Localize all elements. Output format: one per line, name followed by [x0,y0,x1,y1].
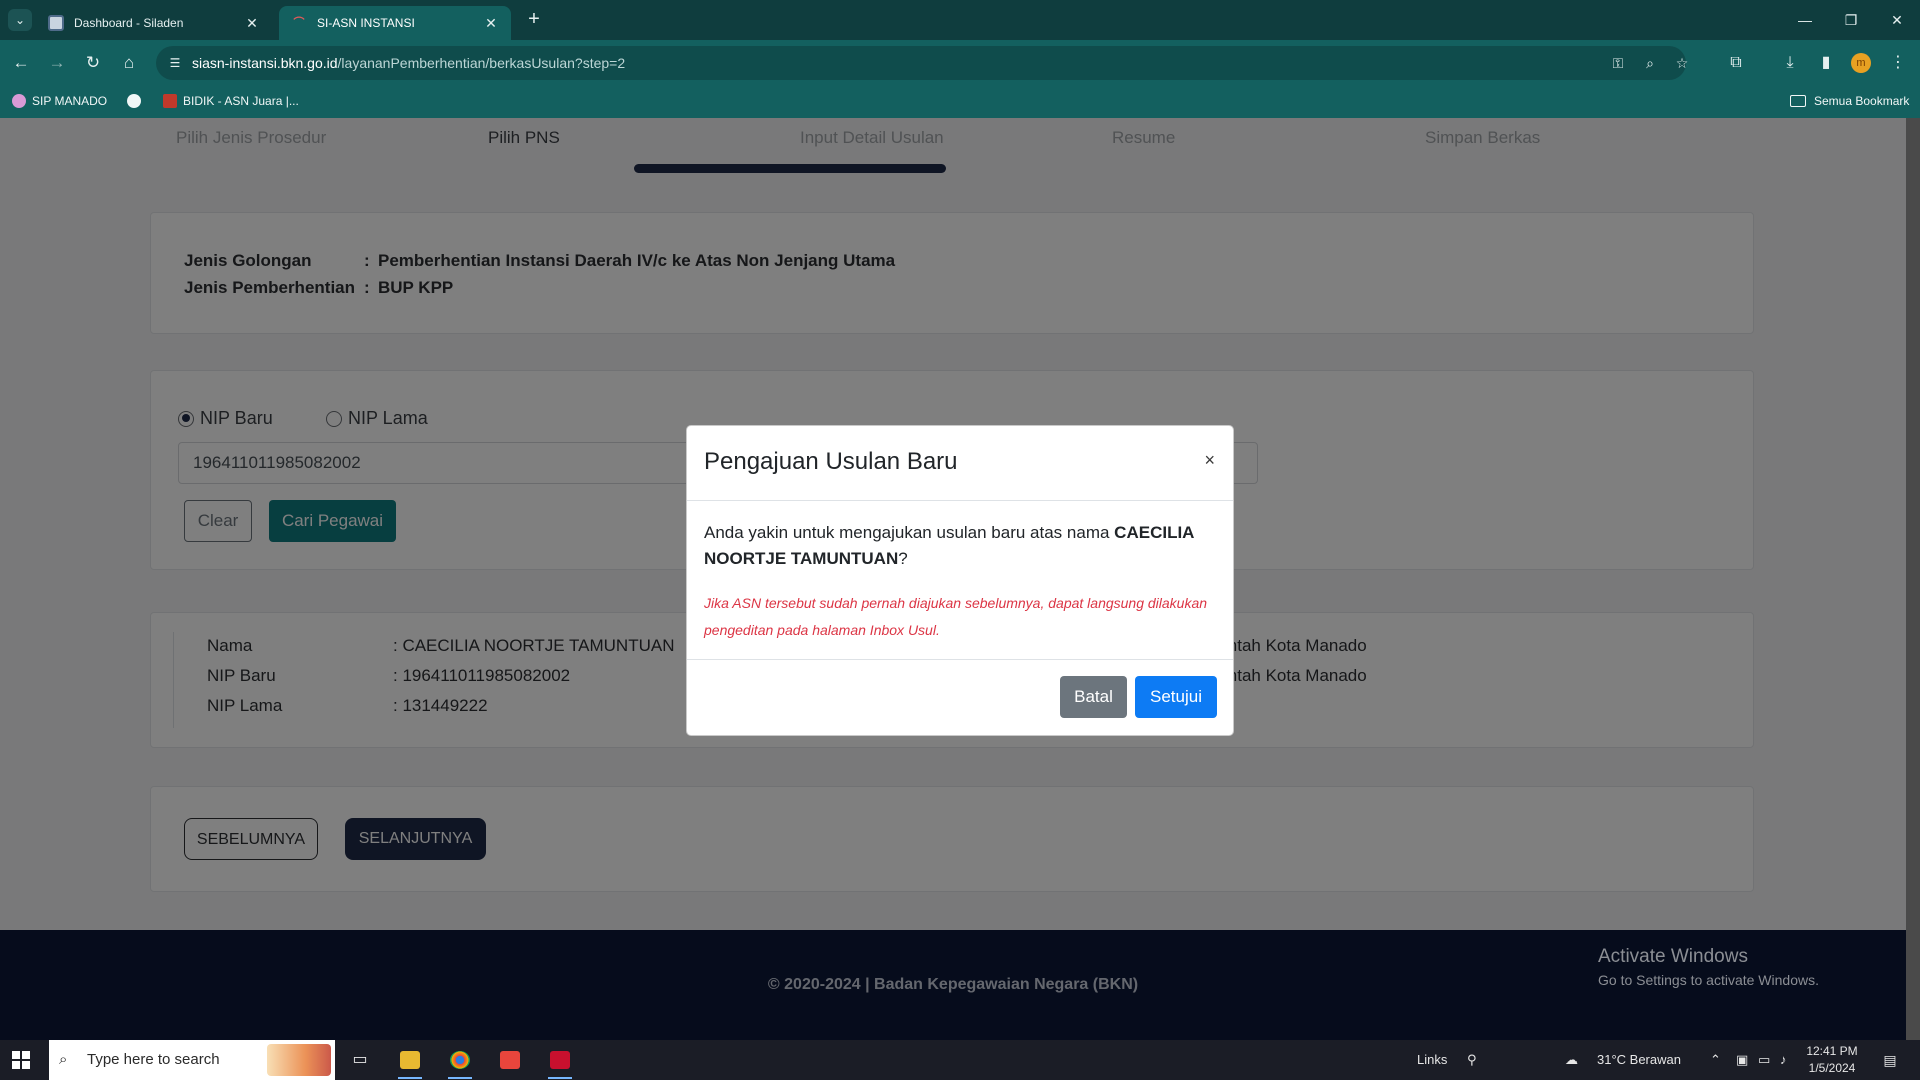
search-highlight-image [267,1044,331,1076]
back-arrow-icon[interactable]: ← [9,51,33,75]
modal-question: Anda yakin untuk mengajukan usulan baru … [704,523,1194,568]
profile-avatar[interactable]: m [1851,53,1871,73]
sip-manado-favicon-icon [12,94,26,108]
task-view-icon[interactable]: ▭ [340,1044,380,1076]
bkn-favicon-icon: ⌒ [293,17,305,29]
meet-now-icon[interactable]: ▣ [1736,1040,1748,1080]
new-tab-plus-icon[interactable]: + [521,8,547,32]
download-icon[interactable]: ⤓ [1778,51,1802,75]
anydesk-icon[interactable] [490,1044,530,1076]
clock-date: 1/5/2024 [1808,1061,1856,1075]
tab-title: Dashboard - Siladen [74,16,184,30]
activate-windows-watermark: Activate Windows Go to Settings to activ… [1598,946,1819,988]
volume-icon[interactable]: ♪ [1780,1040,1787,1080]
all-bookmarks-label: Semua Bookmark [1814,94,1910,108]
menu-kebab-icon[interactable]: ⋮ [1886,51,1910,75]
bookmark-globe[interactable] [127,94,147,108]
bookmark-label: SIP MANADO [32,94,108,108]
address-toolbar: ← → ↻ ⌂ ☰ siasn-instansi.bkn.go.id/layan… [0,40,1920,86]
url-text[interactable]: siasn-instansi.bkn.go.id/layananPemberhe… [192,55,625,71]
taskbar-search-box[interactable]: ⌕ Type here to search [49,1040,335,1080]
pdf-app-icon[interactable] [540,1044,580,1079]
links-toolbar[interactable]: Links [1417,1040,1447,1080]
side-panel-icon[interactable]: ▮ [1814,51,1838,75]
all-bookmarks[interactable]: Semua Bookmark [1790,94,1909,108]
network-icon[interactable]: ▭ [1758,1040,1770,1080]
chrome-icon[interactable] [440,1044,480,1079]
tab-dashboard-siladen[interactable]: Dashboard - Siladen ✕ [36,6,272,40]
notification-center-icon[interactable]: ▤ [1880,1050,1900,1070]
tab-si-asn-instansi[interactable]: ⌒ SI-ASN INSTANSI ✕ [279,6,511,40]
extensions-puzzle-icon[interactable]: ⧉ [1724,51,1748,75]
tab-title: SI-ASN INSTANSI [317,16,415,30]
bookmark-bidik[interactable]: BIDIK - ASN Juara |... [163,94,299,108]
modal-title: Pengajuan Usulan Baru [704,448,958,475]
close-window-icon[interactable]: ✕ [1874,0,1920,40]
people-icon[interactable]: ⚲ [1467,1040,1477,1080]
minimize-icon[interactable]: — [1782,0,1828,40]
modal-divider [687,659,1233,660]
forward-arrow-icon[interactable]: → [45,51,69,75]
windows-taskbar: ⌕ Type here to search ▭ Links ⚲ ☁ 31°C B… [0,1040,1920,1080]
windows-start-icon[interactable] [12,1051,30,1069]
password-key-icon[interactable]: ⚿ [1608,53,1628,73]
home-icon[interactable]: ⌂ [117,51,141,75]
bookmarks-bar: SIP MANADO BIDIK - ASN Juara |... Semua … [0,86,1920,118]
modal-divider [687,500,1233,501]
omnibox[interactable]: ☰ siasn-instansi.bkn.go.id/layananPember… [156,46,1688,80]
tab-search-chevron-icon[interactable]: ⌄ [8,9,32,31]
zoom-icon[interactable]: ⌕ [1640,53,1660,73]
weather-text[interactable]: 31°C Berawan [1597,1040,1681,1080]
bookmark-star-icon[interactable]: ☆ [1672,53,1692,73]
tray-chevron-up-icon[interactable]: ⌃ [1710,1040,1721,1080]
watermark-subtitle: Go to Settings to activate Windows. [1598,972,1819,988]
bookmark-label: BIDIK - ASN Juara |... [183,94,299,108]
window-controls: — ❐ ✕ [1782,0,1920,40]
bookmark-sip-manado[interactable]: SIP MANADO [12,94,107,108]
bidik-favicon-icon [163,94,177,108]
folder-icon [1790,95,1806,107]
close-tab-icon[interactable]: ✕ [244,15,260,32]
clock-time: 12:41 PM [1806,1044,1858,1058]
close-icon[interactable]: × [1204,450,1215,471]
browser-tab-strip: ⌄ Dashboard - Siladen ✕ ⌒ SI-ASN INSTANS… [0,0,1920,40]
weather-cloud-icon[interactable]: ☁ [1565,1040,1578,1080]
site-info-icon[interactable]: ☰ [166,54,184,72]
restore-icon[interactable]: ❐ [1828,0,1874,40]
setujui-button[interactable]: Setujui [1135,676,1217,718]
file-explorer-icon[interactable] [390,1044,430,1079]
modal-warning-note: Jika ASN tersebut sudah pernah diajukan … [704,595,1208,638]
batal-button[interactable]: Batal [1060,676,1127,718]
search-icon: ⌕ [59,1051,68,1068]
search-placeholder: Type here to search [87,1051,220,1068]
close-tab-icon[interactable]: ✕ [483,15,499,32]
globe-icon [127,94,141,108]
siladen-favicon-icon [48,15,64,31]
page-scrollbar[interactable] [1906,118,1920,1040]
watermark-title: Activate Windows [1598,946,1748,967]
confirm-modal: Pengajuan Usulan Baru × Anda yakin untuk… [686,425,1234,736]
reload-icon[interactable]: ↻ [81,51,105,75]
taskbar-clock[interactable]: 12:41 PM 1/5/2024 [1796,1043,1868,1077]
